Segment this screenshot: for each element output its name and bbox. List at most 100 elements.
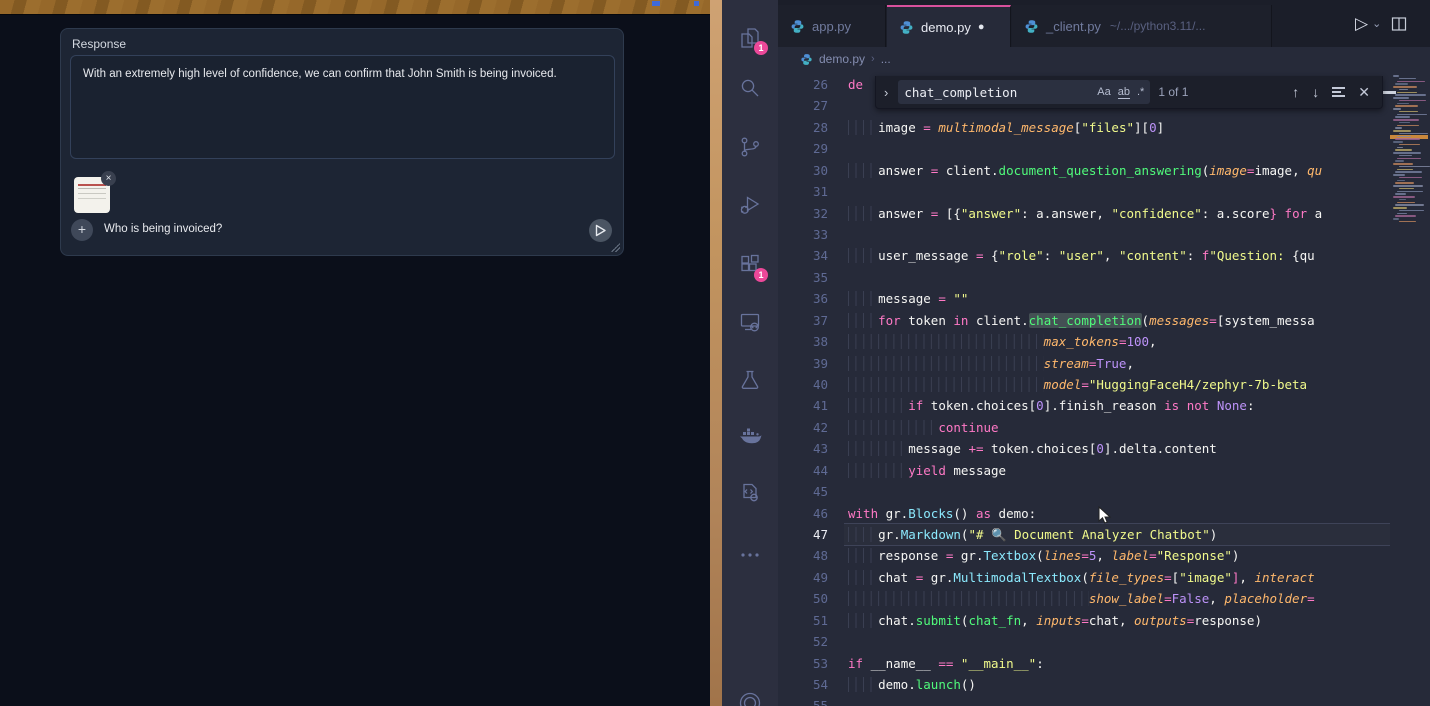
regex-toggle[interactable]: .* xyxy=(1137,86,1144,98)
python-icon xyxy=(1024,19,1039,34)
code-line[interactable]: image = multimodal_message["files"][0] xyxy=(848,117,1164,138)
split-editor-icon[interactable] xyxy=(1391,16,1407,32)
remove-attachment-button[interactable]: × xyxy=(101,171,116,186)
line-number[interactable]: 30 xyxy=(778,160,828,181)
line-number[interactable]: 27 xyxy=(778,95,828,116)
code-line[interactable]: de xyxy=(848,74,863,95)
find-in-selection-button[interactable] xyxy=(1332,85,1345,99)
line-number[interactable]: 52 xyxy=(778,631,828,652)
line-number[interactable]: 33 xyxy=(778,224,828,245)
response-textarea[interactable]: With an extremely high level of confiden… xyxy=(70,55,615,159)
testing-icon[interactable] xyxy=(738,368,762,392)
code-line[interactable]: show_label=False, placeholder= xyxy=(848,588,1315,609)
run-debug-icon[interactable] xyxy=(738,193,762,217)
line-number[interactable]: 37 xyxy=(778,310,828,331)
line-number[interactable]: 49 xyxy=(778,567,828,588)
chat-input[interactable]: Who is being invoiced? xyxy=(104,223,222,235)
code-line[interactable]: response = gr.Textbox(lines=5, label="Re… xyxy=(848,545,1239,566)
line-number[interactable]: 47 xyxy=(778,524,828,545)
dev-tools-icon[interactable] xyxy=(738,481,762,505)
line-number[interactable]: 50 xyxy=(778,588,828,609)
code-line[interactable]: if token.choices[0].finish_reason is not… xyxy=(848,395,1254,416)
breadcrumb-symbol[interactable]: ... xyxy=(881,52,891,66)
line-number[interactable]: 53 xyxy=(778,653,828,674)
account-icon[interactable] xyxy=(738,690,762,706)
line-number[interactable]: 55 xyxy=(778,695,828,706)
minimap-row xyxy=(1395,94,1426,96)
find-query-text[interactable]: chat_completion xyxy=(904,85,1090,100)
line-number[interactable]: 51 xyxy=(778,610,828,631)
line-number[interactable]: 36 xyxy=(778,288,828,309)
code-line[interactable]: answer = client.document_question_answer… xyxy=(848,160,1322,181)
run-dropdown-chevron-icon[interactable]: ⌄ xyxy=(1372,17,1381,30)
line-number[interactable]: 54 xyxy=(778,674,828,695)
line-number[interactable]: 38 xyxy=(778,331,828,352)
code-line[interactable]: continue xyxy=(848,417,999,438)
code-area[interactable]: 26 de 2728 image = multimodal_message["fil… xyxy=(778,71,1390,706)
line-number[interactable]: 35 xyxy=(778,267,828,288)
find-result-count: 1 of 1 xyxy=(1158,85,1188,99)
more-views-icon[interactable] xyxy=(738,543,762,567)
code-line[interactable]: gr.Markdown("# 🔍 Document Analyzer Chatb… xyxy=(848,524,1217,545)
line-number[interactable]: 32 xyxy=(778,203,828,224)
minimap-row xyxy=(1397,92,1417,94)
add-file-button[interactable]: + xyxy=(71,219,93,241)
line-number[interactable]: 40 xyxy=(778,374,828,395)
minimap-row xyxy=(1397,114,1427,116)
find-collapse-chevron-icon[interactable]: › xyxy=(882,85,890,100)
docker-icon[interactable] xyxy=(738,425,762,449)
code-line[interactable]: demo.launch() xyxy=(848,674,976,695)
code-line[interactable]: yield message xyxy=(848,460,1006,481)
match-case-toggle[interactable]: Aa xyxy=(1097,86,1110,98)
code-line[interactable]: max_tokens=100, xyxy=(848,331,1157,352)
code-line[interactable]: for token in client.chat_completion(mess… xyxy=(848,310,1315,331)
line-number[interactable]: 45 xyxy=(778,481,828,502)
line-number[interactable]: 26 xyxy=(778,74,828,95)
python-icon xyxy=(800,53,813,66)
whole-word-toggle[interactable]: ab xyxy=(1118,86,1130,99)
line-number[interactable]: 46 xyxy=(778,503,828,524)
remote-explorer-icon[interactable] xyxy=(738,310,762,334)
code-line[interactable]: model="HuggingFaceH4/zephyr-7b-beta xyxy=(848,374,1307,395)
line-number[interactable]: 34 xyxy=(778,245,828,266)
textarea-resize-handle[interactable] xyxy=(611,243,620,252)
line-number[interactable]: 44 xyxy=(778,460,828,481)
code-line[interactable]: if __name__ == "__main__": xyxy=(848,653,1044,674)
code-line[interactable]: chat = gr.MultimodalTextbox(file_types=[… xyxy=(848,567,1315,588)
minimap-row xyxy=(1395,83,1408,85)
code-line[interactable]: with gr.Blocks() as demo: xyxy=(848,503,1036,524)
line-number[interactable]: 39 xyxy=(778,353,828,374)
run-python-file-button[interactable]: ▷ xyxy=(1355,14,1368,34)
code-line[interactable]: answer = [{"answer": a.answer, "confiden… xyxy=(848,203,1322,224)
line-number[interactable]: 42 xyxy=(778,417,828,438)
line-number[interactable]: 28 xyxy=(778,117,828,138)
find-input[interactable]: chat_completion Aa ab .* xyxy=(898,80,1150,104)
minimap-row xyxy=(1395,204,1424,206)
tab-client-py[interactable]: _client.py ~/.../python3.11/... xyxy=(1012,5,1272,47)
minimap[interactable] xyxy=(1390,71,1430,706)
find-next-button[interactable]: ↓ xyxy=(1312,84,1319,100)
code-line[interactable]: message += token.choices[0].delta.conten… xyxy=(848,438,1217,459)
code-line[interactable]: message = "" xyxy=(848,288,968,309)
breadcrumb-file[interactable]: demo.py xyxy=(819,52,865,66)
code-line[interactable]: stream=True, xyxy=(848,353,1134,374)
code-line[interactable]: chat.submit(chat_fn, inputs=chat, output… xyxy=(848,610,1262,631)
line-number[interactable]: 48 xyxy=(778,545,828,566)
find-previous-button[interactable]: ↑ xyxy=(1292,84,1299,100)
minimap-row xyxy=(1397,191,1423,193)
send-button[interactable] xyxy=(589,219,612,242)
code-line[interactable]: user_message = {"role": "user", "content… xyxy=(848,245,1315,266)
tab-demo-py[interactable]: demo.py ● xyxy=(887,5,1011,47)
line-number[interactable]: 43 xyxy=(778,438,828,459)
source-control-icon[interactable] xyxy=(738,135,762,159)
line-number[interactable]: 31 xyxy=(778,181,828,202)
minimap-row xyxy=(1393,163,1413,165)
line-number[interactable]: 29 xyxy=(778,138,828,159)
minimap-row xyxy=(1395,171,1422,173)
extensions-icon[interactable]: 1 xyxy=(738,253,762,277)
find-close-button[interactable]: ✕ xyxy=(1358,84,1370,101)
search-icon[interactable] xyxy=(738,76,762,100)
explorer-icon[interactable]: 1 xyxy=(738,26,762,50)
line-number[interactable]: 41 xyxy=(778,395,828,416)
tab-app-py[interactable]: app.py xyxy=(778,5,886,47)
